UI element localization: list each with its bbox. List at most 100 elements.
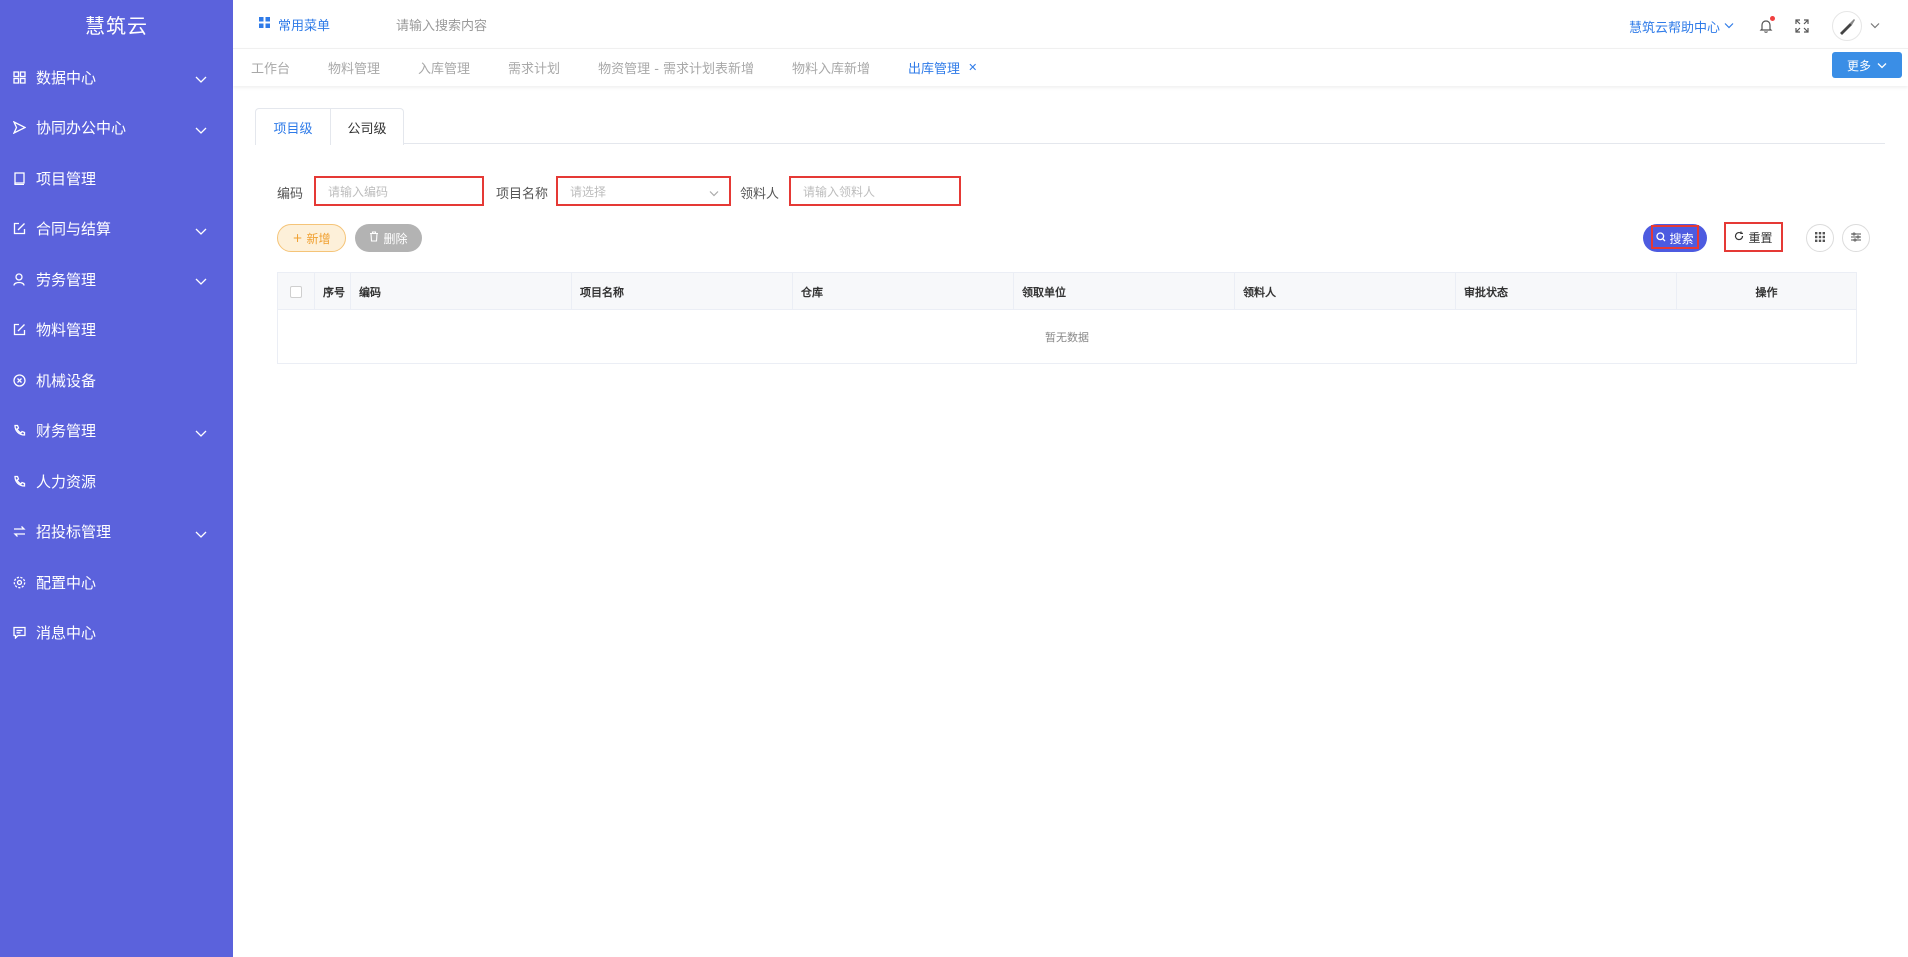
send-icon (12, 121, 26, 135)
sidebar: 慧筑云 数据中心 协同办公中心 项目管理 合同与结算 劳务管理 物料管理 机械设… (0, 0, 233, 957)
apps-icon (259, 16, 270, 32)
sidebar-item-project-mgmt[interactable]: 项目管理 (0, 153, 233, 204)
close-icon[interactable]: ✕ (968, 61, 977, 74)
sidebar-item-label: 项目管理 (36, 169, 97, 188)
notification-dot (1770, 16, 1775, 21)
chevron-down-icon (195, 526, 207, 538)
tab-demand-plan-add[interactable]: 物资管理 - 需求计划表新增 (598, 58, 754, 77)
sidebar-item-label: 招投标管理 (36, 523, 112, 542)
sidebar-item-label: 机械设备 (36, 371, 97, 390)
project-name-label: 项目名称 (496, 187, 549, 202)
tab-company-level[interactable]: 公司级 (330, 108, 404, 145)
plus-icon: + (292, 231, 303, 245)
grid-dots-icon (1815, 230, 1825, 246)
tab-material-inbound-add[interactable]: 物料入库新增 (792, 58, 870, 77)
phone-icon (12, 474, 26, 488)
sidebar-item-label: 物料管理 (36, 321, 97, 340)
help-center-link[interactable]: 慧筑云帮助中心 (1629, 17, 1734, 36)
chevron-down-icon (1724, 19, 1734, 34)
col-index: 序号 (315, 273, 351, 310)
sidebar-item-config[interactable]: 配置中心 (0, 557, 233, 608)
sidebar-item-hr[interactable]: 人力资源 (0, 456, 233, 507)
sidebar-nav: 数据中心 协同办公中心 项目管理 合同与结算 劳务管理 物料管理 机械设备 财务… (0, 52, 233, 658)
gear-icon (12, 575, 26, 589)
tab-outbound-mgmt[interactable]: 出库管理 ✕ (908, 58, 977, 77)
tab-material-mgmt[interactable]: 物料管理 (328, 58, 380, 77)
col-actions: 操作 (1755, 285, 1778, 299)
receiver-label: 领料人 (740, 187, 780, 202)
common-menu-button[interactable]: 常用菜单 (259, 15, 330, 34)
sidebar-item-collab-office[interactable]: 协同办公中心 (0, 103, 233, 154)
chevron-down-icon[interactable] (1870, 18, 1880, 34)
chevron-down-icon (195, 71, 207, 84)
circle-x-icon (12, 373, 26, 387)
trash-icon (369, 231, 379, 245)
chevron-down-icon (195, 122, 207, 134)
tabs-bar: 工作台 物料管理 入库管理 需求计划 物资管理 - 需求计划表新增 物料入库新增… (233, 48, 1908, 86)
project-select-placeholder: 请选择 (570, 184, 607, 199)
select-all-checkbox[interactable] (290, 285, 302, 298)
column-settings-button[interactable] (1806, 224, 1834, 252)
chevron-down-icon (195, 425, 207, 437)
sidebar-item-contract[interactable]: 合同与结算 (0, 204, 233, 255)
sidebar-item-material[interactable]: 物料管理 (0, 305, 233, 356)
more-label: 更多 (1846, 58, 1871, 73)
col-warehouse: 仓库 (793, 273, 1014, 310)
code-label: 编码 (277, 187, 304, 202)
sidebar-item-label: 数据中心 (36, 68, 97, 87)
help-center-label: 慧筑云帮助中心 (1628, 20, 1720, 36)
receiver-input[interactable]: 请输入领料人 (789, 176, 961, 206)
fullscreen-icon[interactable] (1792, 16, 1812, 36)
topbar-right: 慧筑云帮助中心 (1629, 0, 1880, 52)
chevron-down-icon (709, 187, 719, 201)
sidebar-item-label: 配置中心 (36, 573, 97, 592)
avatar[interactable] (1832, 11, 1862, 41)
sidebar-item-label: 人力资源 (36, 472, 97, 491)
sidebar-item-label: 协同办公中心 (36, 119, 127, 138)
col-approval-status: 审批状态 (1456, 273, 1677, 310)
table-header: 序号 编码 项目名称 仓库 领取单位 领料人 审批状态 操作 (278, 273, 1856, 310)
chevron-down-icon (1877, 63, 1887, 69)
sidebar-item-label: 合同与结算 (36, 220, 112, 239)
book-icon (12, 171, 26, 185)
col-receiver: 领料人 (1235, 273, 1456, 310)
edit-icon (12, 323, 26, 337)
common-menu-label: 常用菜单 (278, 18, 331, 34)
sidebar-item-data-center[interactable]: 数据中心 (0, 52, 233, 103)
tab-inbound-mgmt[interactable]: 入库管理 (418, 58, 470, 77)
sidebar-item-label: 财务管理 (36, 422, 97, 441)
worker-icon (12, 272, 26, 286)
grid-icon (12, 70, 26, 84)
chevron-down-icon (195, 223, 207, 235)
sidebar-item-labor[interactable]: 劳务管理 (0, 254, 233, 305)
main-area: 常用菜单 请输入搜索内容 慧筑云帮助中心 工作台 物料管理 入库管理 需求计划 (233, 0, 1908, 957)
global-search-input[interactable]: 请输入搜索内容 (396, 15, 487, 34)
sidebar-item-finance[interactable]: 财务管理 (0, 406, 233, 457)
tab-demand-plan[interactable]: 需求计划 (508, 58, 560, 77)
filter-settings-button[interactable] (1842, 224, 1870, 252)
search-button[interactable]: 搜索 (1643, 224, 1707, 252)
more-tabs-button[interactable]: 更多 (1832, 52, 1902, 78)
sidebar-item-bidding[interactable]: 招投标管理 (0, 507, 233, 558)
project-name-select[interactable]: 请选择 (556, 176, 731, 206)
select-all-cell (278, 273, 315, 310)
reset-button[interactable]: 重置 (1724, 222, 1783, 252)
delete-button[interactable]: 删除 (355, 224, 422, 252)
sliders-icon (1851, 230, 1861, 246)
code-input[interactable]: 请输入编码 (314, 176, 484, 206)
level-tabs: 项目级 公司级 (255, 108, 1885, 145)
sidebar-item-messages[interactable]: 消息中心 (0, 608, 233, 659)
phone-icon (12, 424, 26, 438)
message-icon (12, 626, 26, 640)
col-code: 编码 (351, 273, 572, 310)
empty-state: 暂无数据 (1045, 330, 1089, 344)
swap-icon (12, 525, 26, 539)
sidebar-item-machinery[interactable]: 机械设备 (0, 355, 233, 406)
tab-workbench[interactable]: 工作台 (251, 58, 290, 77)
topbar: 常用菜单 请输入搜索内容 慧筑云帮助中心 (233, 0, 1908, 48)
tab-project-level[interactable]: 项目级 (255, 108, 331, 145)
add-button[interactable]: + 新增 (277, 224, 346, 252)
delete-label: 删除 (383, 231, 408, 246)
bell-icon[interactable] (1756, 16, 1776, 36)
filter-bar: 编码 请输入编码 项目名称 请选择 领料人 请输入领料人 (233, 176, 1908, 206)
